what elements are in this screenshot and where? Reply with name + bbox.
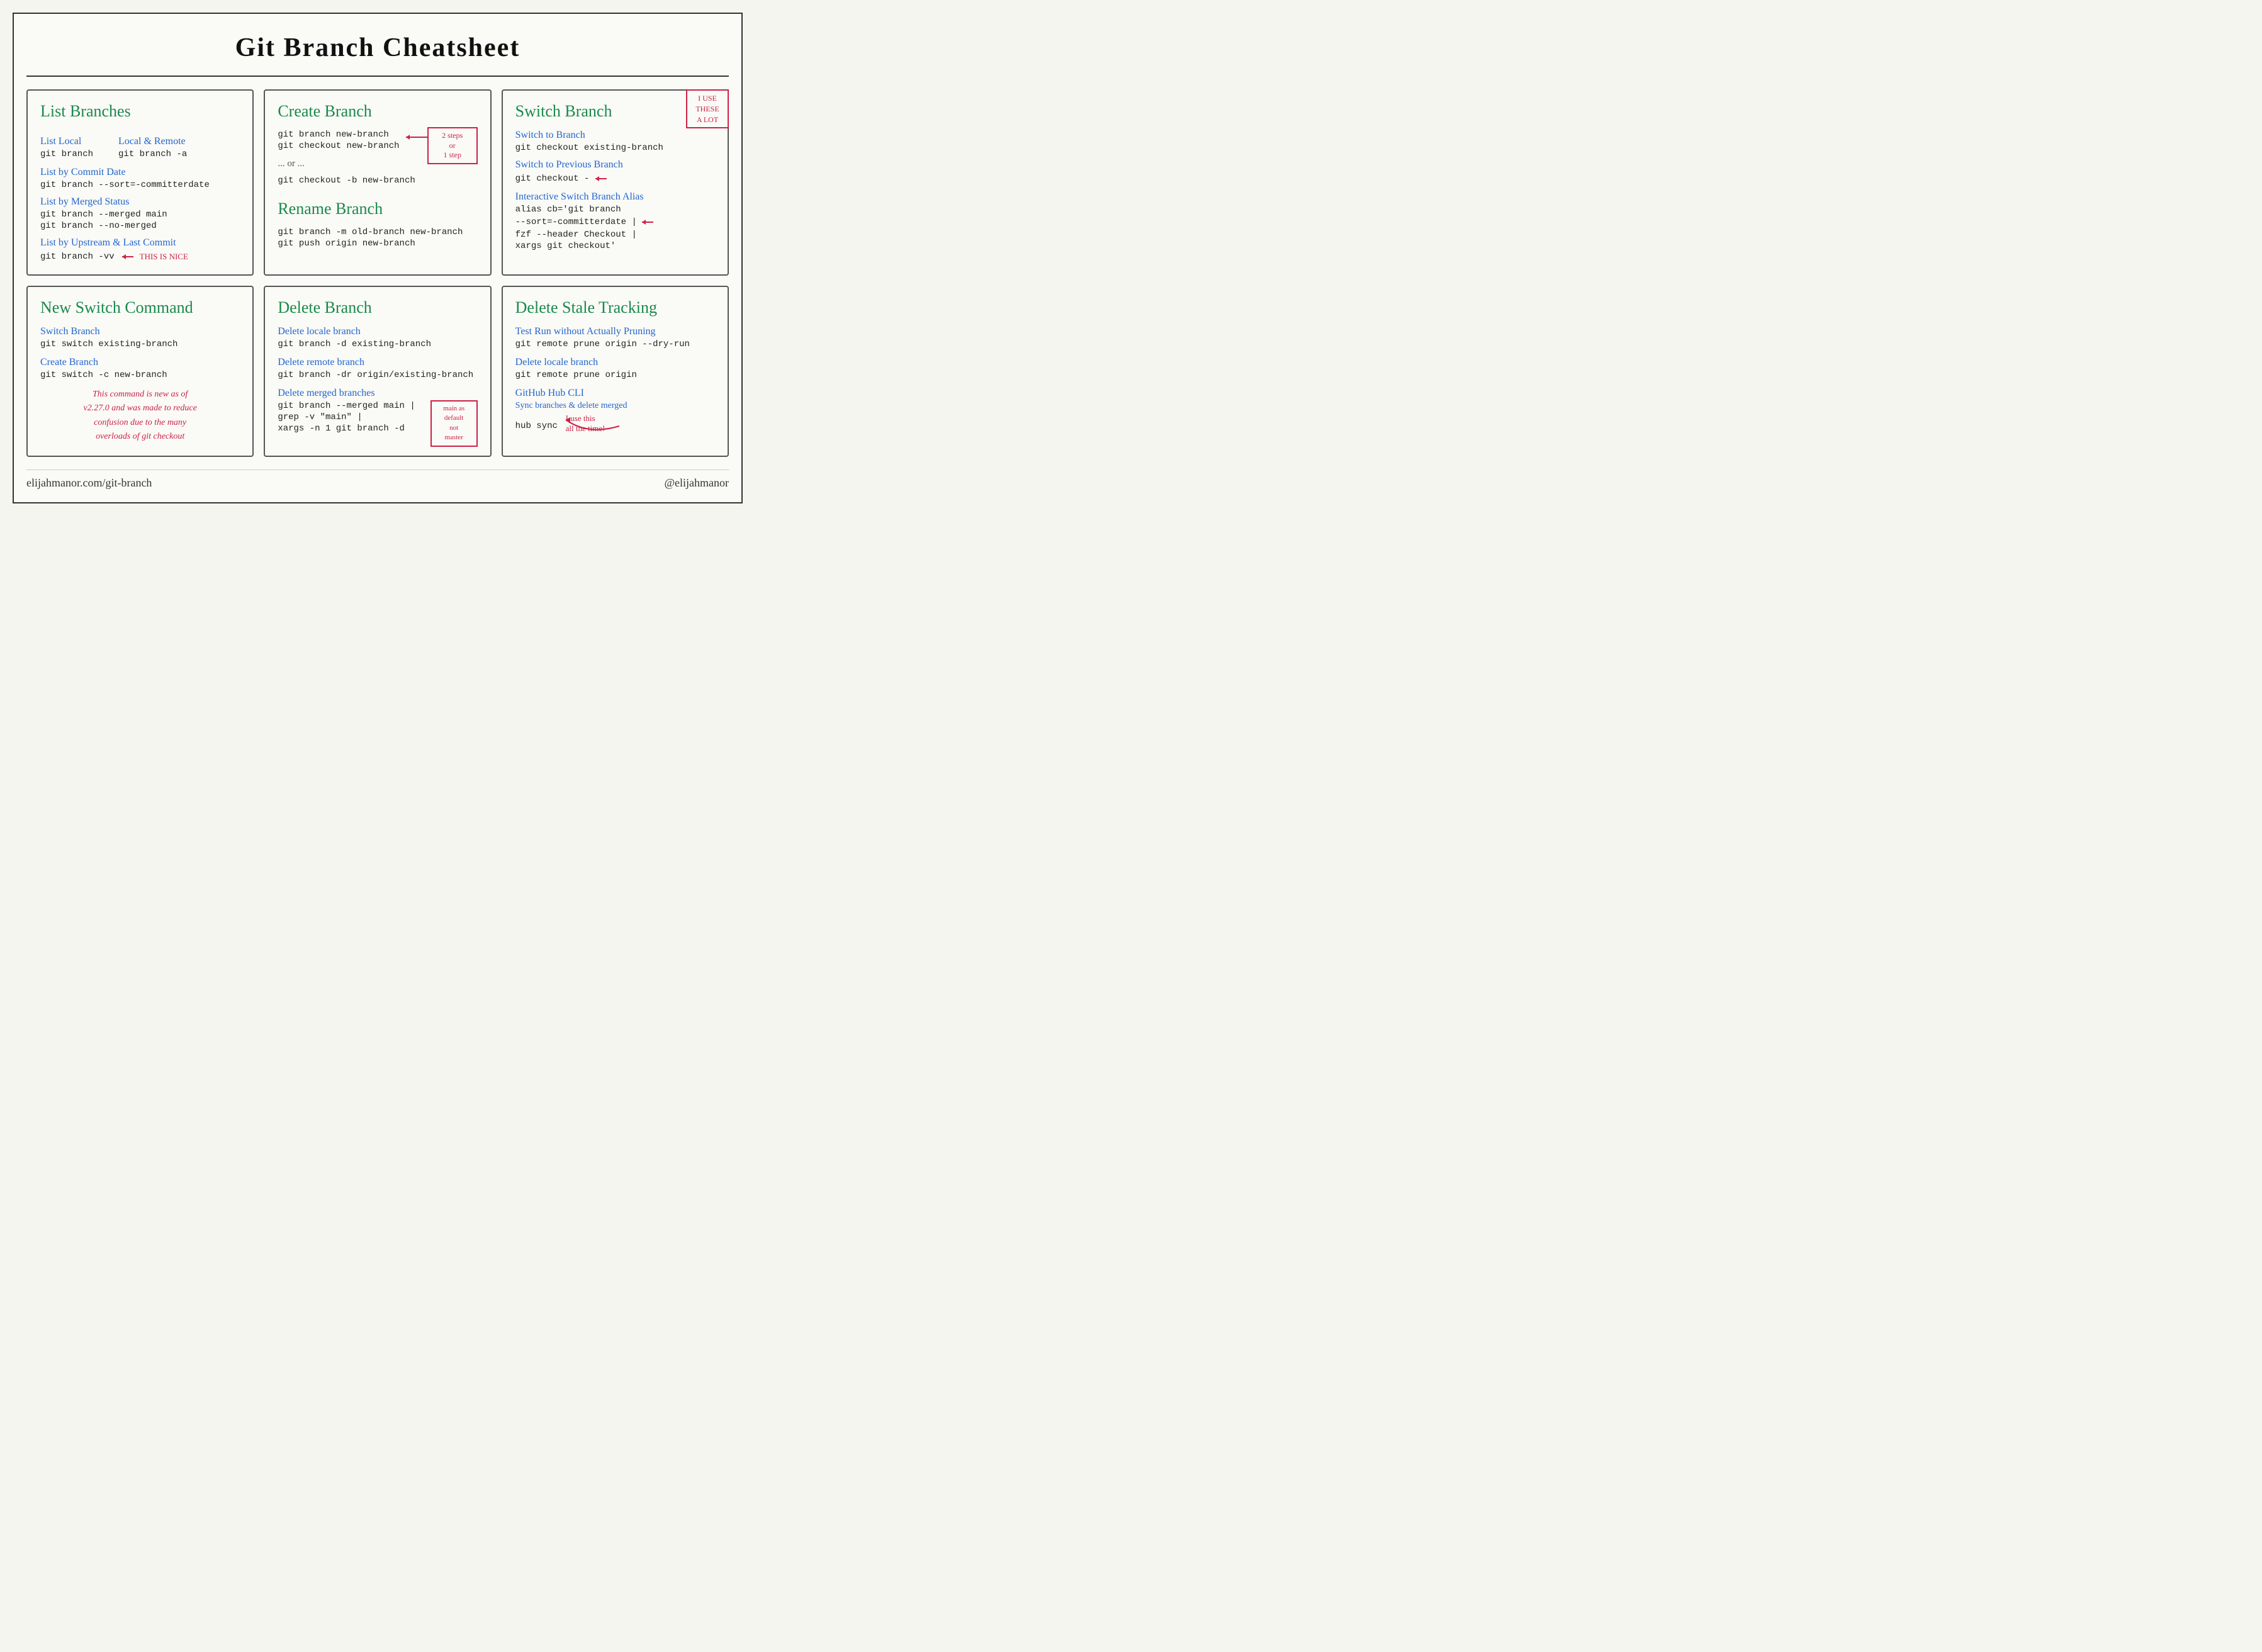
delete-remote-heading: Delete remote branch: [278, 357, 477, 368]
alias-code-2-row: --sort=-committerdate |: [515, 216, 715, 228]
steps-annotation-box: 2 stepsor1 step: [427, 127, 478, 164]
hub-cli-heading: GitHub Hub CLI: [515, 388, 715, 399]
new-switch-note: This command is new as of v2.27.0 and wa…: [40, 388, 240, 444]
main-grid: List Branches List Local git branch Loca…: [26, 89, 729, 457]
alias-code-3: fzf --header Checkout |: [515, 230, 715, 240]
hub-sync-note: I use thisall the time!: [566, 413, 605, 434]
footer-right: @elijahmanor: [664, 476, 729, 490]
hub-cli-section: GitHub Hub CLI Sync branches & delete me…: [515, 388, 715, 439]
this-is-nice-label: THIS IS NICE: [140, 252, 188, 262]
dry-run-code: git remote prune origin --dry-run: [515, 339, 715, 349]
dry-run-heading: Test Run without Actually Pruning: [515, 326, 715, 337]
commit-date-section: List by Commit Date git branch --sort=-c…: [40, 167, 240, 190]
list-local-heading: List Local: [40, 136, 93, 147]
delete-local-section: Delete locale branch git branch -d exist…: [278, 326, 477, 349]
upstream-heading: List by Upstream & Last Commit: [40, 237, 240, 249]
upstream-code: git branch -vv: [40, 252, 115, 262]
alias-code-1: alias cb='git branch: [515, 205, 715, 215]
upstream-section: List by Upstream & Last Commit git branc…: [40, 237, 240, 263]
switch-to-heading: Switch to Branch: [515, 130, 715, 141]
switch-prev-heading: Switch to Previous Branch: [515, 159, 715, 171]
new-switch-branch-code: git switch existing-branch: [40, 339, 240, 349]
upstream-code-row: git branch -vv THIS IS NICE: [40, 250, 240, 263]
commit-date-heading: List by Commit Date: [40, 167, 240, 178]
delete-merged-section: Delete merged branches git branch --merg…: [278, 388, 477, 434]
list-branches-title: List Branches: [40, 102, 240, 121]
rename-code-1: git branch -m old-branch new-branch: [278, 227, 477, 237]
list-remote-right: Local & Remote git branch -a: [118, 130, 187, 160]
page: Git Branch Cheatsheet List Branches List…: [13, 13, 743, 503]
no-merged-code: git branch --no-merged: [40, 221, 240, 231]
list-local-code: git branch: [40, 149, 93, 159]
card-create-branch: Create Branch git branch new-branch git …: [264, 89, 491, 276]
create-branch-title: Create Branch: [278, 102, 477, 121]
stale-local-section: Delete locale branch git remote prune or…: [515, 357, 715, 380]
delete-branch-title: Delete Branch: [278, 298, 477, 317]
card-new-switch: New Switch Command Switch Branch git swi…: [26, 286, 254, 457]
alias-code-4: xargs git checkout': [515, 241, 715, 251]
switch-prev-section: Switch to Previous Branch git checkout -: [515, 159, 715, 185]
switch-prev-code: git checkout -: [515, 174, 590, 184]
merged-status-section: List by Merged Status git branch --merge…: [40, 196, 240, 231]
page-title: Git Branch Cheatsheet: [26, 33, 729, 63]
switch-to-code: git checkout existing-branch: [515, 143, 715, 153]
new-switch-create-code: git switch -c new-branch: [40, 370, 240, 380]
hub-sync-row: hub sync I use thisall the time!: [515, 413, 715, 439]
card-switch-branch: I USETHESEA LOT Switch Branch Switch to …: [502, 89, 729, 276]
footer: elijahmanor.com/git-branch @elijahmanor: [26, 469, 729, 490]
stale-local-code: git remote prune origin: [515, 370, 715, 380]
hub-sync-code: hub sync: [515, 421, 558, 431]
switch-to-section: Switch to Branch git checkout existing-b…: [515, 130, 715, 153]
rename-code-2: git push origin new-branch: [278, 239, 477, 249]
stale-local-heading: Delete locale branch: [515, 357, 715, 368]
title-section: Git Branch Cheatsheet: [26, 26, 729, 77]
create-steps-wrap: git branch new-branch git checkout new-b…: [278, 130, 477, 151]
arrow-left-icon: [120, 252, 135, 262]
interactive-switch-section: Interactive Switch Branch Alias alias cb…: [515, 191, 715, 251]
alias-code-2: --sort=-committerdate |: [515, 217, 637, 227]
create-code-3: git checkout -b new-branch: [278, 176, 477, 186]
card-list-branches: List Branches List Local git branch Loca…: [26, 89, 254, 276]
delete-local-heading: Delete locale branch: [278, 326, 477, 337]
merged-status-heading: List by Merged Status: [40, 196, 240, 208]
list-remote-code: git branch -a: [118, 149, 187, 159]
delete-merged-heading: Delete merged branches: [278, 388, 477, 399]
list-remote-heading: Local & Remote: [118, 136, 187, 147]
delete-stale-title: Delete Stale Tracking: [515, 298, 715, 317]
new-switch-branch-heading: Switch Branch: [40, 326, 240, 337]
interactive-switch-heading: Interactive Switch Branch Alias: [515, 191, 715, 203]
new-switch-create-heading: Create Branch: [40, 357, 240, 368]
i-use-these-box: I USETHESEA LOT: [686, 89, 729, 128]
rename-section: Rename Branch git branch -m old-branch n…: [278, 199, 477, 249]
delete-local-code: git branch -d existing-branch: [278, 339, 477, 349]
new-switch-create-section: Create Branch git switch -c new-branch: [40, 357, 240, 380]
new-switch-branch-section: Switch Branch git switch existing-branch: [40, 326, 240, 349]
footer-left: elijahmanor.com/git-branch: [26, 476, 152, 490]
merged-main-code: git branch --merged main: [40, 210, 240, 220]
delete-remote-code: git branch -dr origin/existing-branch: [278, 370, 477, 380]
prev-arrow-icon: [593, 174, 608, 184]
switch-branch-title: Switch Branch: [515, 102, 715, 121]
main-default-box: main asdefaultnotmaster: [430, 400, 478, 447]
list-local-left: List Local git branch: [40, 130, 93, 160]
commit-date-code: git branch --sort=-committerdate: [40, 180, 240, 190]
switch-prev-code-row: git checkout -: [515, 172, 715, 185]
new-switch-title: New Switch Command: [40, 298, 240, 317]
card-delete-stale: Delete Stale Tracking Test Run without A…: [502, 286, 729, 457]
hub-cli-subheading: Sync branches & delete merged: [515, 401, 715, 411]
delete-remote-section: Delete remote branch git branch -dr orig…: [278, 357, 477, 380]
list-local-section: List Local git branch Local & Remote git…: [40, 130, 240, 160]
rename-branch-title: Rename Branch: [278, 199, 477, 218]
dry-run-section: Test Run without Actually Pruning git re…: [515, 326, 715, 349]
steps-arrow-icon: [403, 132, 429, 151]
alias-arrow-icon: [639, 217, 655, 227]
card-delete-branch: Delete Branch Delete locale branch git b…: [264, 286, 491, 457]
